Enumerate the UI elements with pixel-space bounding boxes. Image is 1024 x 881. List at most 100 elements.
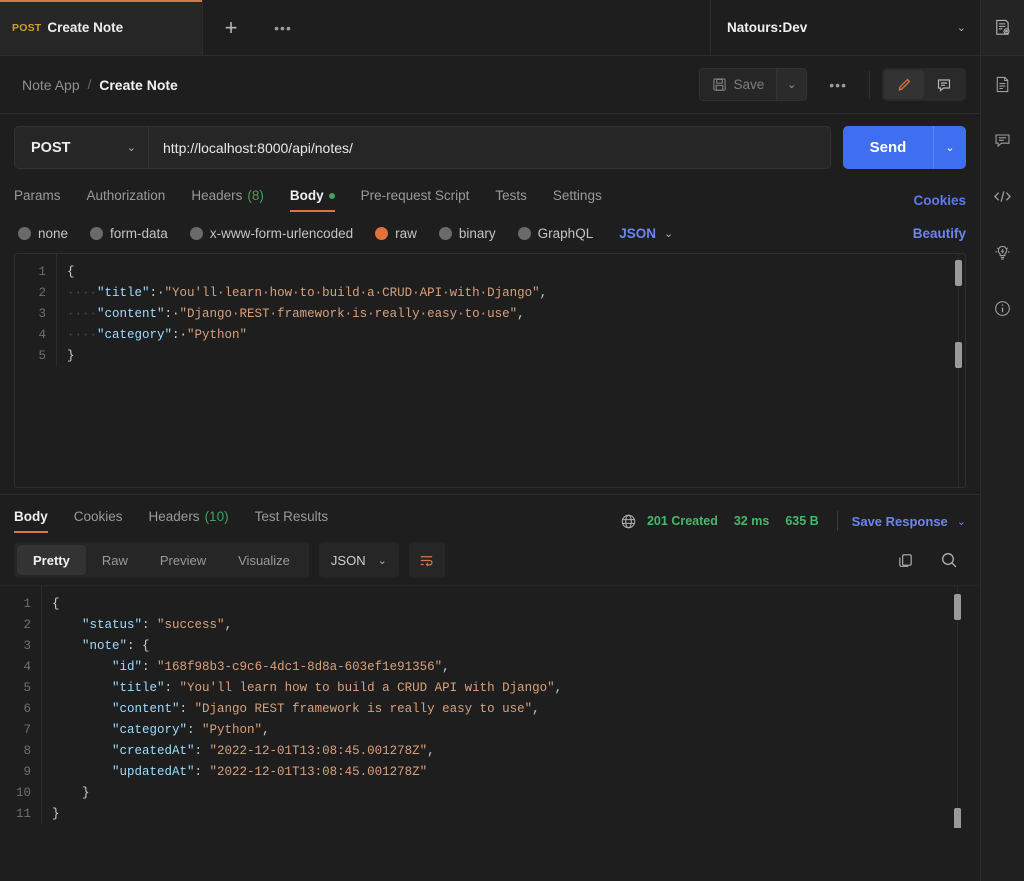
chevron-down-icon[interactable]: ⌄ — [957, 515, 966, 528]
code-token — [52, 765, 112, 779]
view-mode-raw[interactable]: Raw — [86, 545, 144, 575]
save-label: Save — [734, 77, 765, 92]
response-scroll-marker-bottom[interactable] — [954, 808, 961, 828]
body-type-none[interactable]: none — [18, 226, 68, 241]
url-bar: POST ⌄ http://localhost:8000/api/notes/ … — [0, 114, 980, 179]
response-code: 1234567891011 { "status": "success", "no… — [0, 586, 980, 825]
tab-body[interactable]: Body — [290, 188, 335, 212]
url-input[interactable]: http://localhost:8000/api/notes/ — [148, 126, 831, 169]
word-wrap-icon — [418, 552, 435, 569]
response-tab-cookies[interactable]: Cookies — [74, 509, 123, 533]
save-response-button[interactable]: Save Response — [852, 514, 948, 529]
search-response-button[interactable] — [932, 543, 966, 577]
code-token: : — [142, 660, 157, 674]
code-line: "updatedAt": "2022-12-01T13:08:45.001278… — [52, 762, 980, 783]
response-code-content[interactable]: { "status": "success", "note": { "id": "… — [42, 586, 980, 825]
code-token: "content" — [97, 307, 165, 321]
code-token: , — [532, 702, 540, 716]
request-scroll-marker-mid[interactable] — [955, 342, 962, 368]
view-mode-visualize[interactable]: Visualize — [222, 545, 306, 575]
environment-selector[interactable]: Natours:Dev ⌄ — [710, 0, 980, 55]
method-selector[interactable]: POST ⌄ — [14, 126, 148, 169]
code-line: "id": "168f98b3-c9c6-4dc1-8d8a-603ef1e91… — [52, 657, 980, 678]
word-wrap-button[interactable] — [409, 542, 445, 578]
code-line: ····"title":·"You'll·learn·how·to·build·… — [67, 283, 965, 304]
code-token: "title" — [112, 681, 165, 695]
tab-authorization[interactable]: Authorization — [87, 188, 166, 212]
sidebar-item-lightbulb[interactable] — [981, 224, 1024, 280]
request-code-content[interactable]: {····"title":·"You'll·learn·how·to·build… — [57, 254, 965, 367]
body-type-form-data[interactable]: form-data — [90, 226, 168, 241]
code-token: "success" — [157, 618, 225, 632]
response-scroll-marker-top[interactable] — [954, 594, 961, 620]
request-body-editor[interactable]: 12345 {····"title":·"You'll·learn·how·to… — [14, 253, 966, 488]
tab-options-button[interactable]: ••• — [259, 0, 307, 55]
globe-icon[interactable] — [620, 513, 637, 530]
response-tab-body[interactable]: Body — [14, 509, 48, 533]
code-token: , — [555, 681, 563, 695]
sidebar-item-code-snippet[interactable] — [981, 168, 1024, 224]
body-type-x-www-form-urlencoded[interactable]: x-www-form-urlencoded — [190, 226, 353, 241]
request-scroll-marker-top[interactable] — [955, 260, 962, 286]
code-token: , — [427, 744, 435, 758]
tab-params[interactable]: Params — [14, 188, 61, 212]
code-token: { — [52, 597, 60, 611]
comment-mode-button[interactable] — [924, 70, 964, 99]
body-type-raw[interactable]: raw — [375, 226, 417, 241]
breadcrumb-collection[interactable]: Note App — [22, 77, 80, 93]
pencil-icon — [896, 77, 912, 93]
response-format-label: JSON — [331, 553, 366, 568]
edit-mode-button[interactable] — [884, 70, 924, 99]
body-type-label: GraphQL — [538, 226, 594, 241]
beautify-button[interactable]: Beautify — [913, 226, 966, 241]
code-line: "createdAt": "2022-12-01T13:08:45.001278… — [52, 741, 980, 762]
response-status: 201 Created — [647, 514, 718, 528]
cookies-link[interactable]: Cookies — [913, 193, 966, 208]
code-snippet-icon — [992, 187, 1013, 206]
response-body-viewer[interactable]: 1234567891011 { "status": "success", "no… — [0, 585, 980, 828]
request-line-numbers: 12345 — [15, 254, 57, 367]
request-more-actions-button[interactable]: ••• — [819, 77, 857, 93]
sidebar-item-documentation[interactable] — [981, 56, 1024, 112]
sidebar-item-comments[interactable] — [981, 112, 1024, 168]
body-type-graphql[interactable]: GraphQL — [518, 226, 594, 241]
send-options-button[interactable]: ⌄ — [933, 126, 966, 169]
line-number: 6 — [0, 699, 31, 720]
code-token: "title" — [97, 286, 150, 300]
response-format-selector[interactable]: JSON ⌄ — [319, 542, 399, 578]
tab-pre-request-script[interactable]: Pre-request Script — [361, 188, 470, 212]
radio-icon-selected — [375, 227, 388, 240]
line-number: 7 — [0, 720, 31, 741]
tab-headers[interactable]: Headers (8) — [191, 188, 264, 212]
radio-icon — [439, 227, 452, 240]
copy-response-button[interactable] — [888, 543, 922, 577]
save-options-button[interactable]: ⌄ — [777, 68, 807, 101]
view-mode-pretty[interactable]: Pretty — [17, 545, 86, 575]
raw-format-selector[interactable]: JSON ⌄ — [619, 226, 673, 241]
environment-quick-look-icon — [993, 18, 1012, 37]
response-size: 635 B — [785, 514, 818, 528]
code-token: : — [165, 681, 180, 695]
code-token — [52, 702, 112, 716]
method-label: POST — [31, 140, 70, 156]
code-token: "id" — [112, 660, 142, 674]
body-type-label: raw — [395, 226, 417, 241]
code-token: "category" — [97, 328, 172, 342]
new-tab-button[interactable]: + — [203, 0, 259, 55]
sidebar-item-info[interactable] — [981, 280, 1024, 336]
tab-settings[interactable]: Settings — [553, 188, 602, 212]
tab-label: Pre-request Script — [361, 188, 470, 203]
response-tab-test-results[interactable]: Test Results — [255, 509, 329, 533]
send-button[interactable]: Send — [843, 126, 933, 169]
tab-label: Authorization — [87, 188, 166, 203]
response-scrollbar-track — [957, 586, 958, 828]
request-tab-create-note[interactable]: POST Create Note — [0, 0, 203, 55]
line-number: 2 — [0, 615, 31, 636]
body-type-binary[interactable]: binary — [439, 226, 496, 241]
environment-name: Natours:Dev — [727, 20, 807, 35]
response-tab-headers[interactable]: Headers (10) — [149, 509, 229, 533]
tab-tests[interactable]: Tests — [495, 188, 527, 212]
save-button[interactable]: Save — [699, 68, 778, 101]
view-mode-preview[interactable]: Preview — [144, 545, 222, 575]
sidebar-item-environment-quick-look[interactable] — [981, 0, 1024, 56]
